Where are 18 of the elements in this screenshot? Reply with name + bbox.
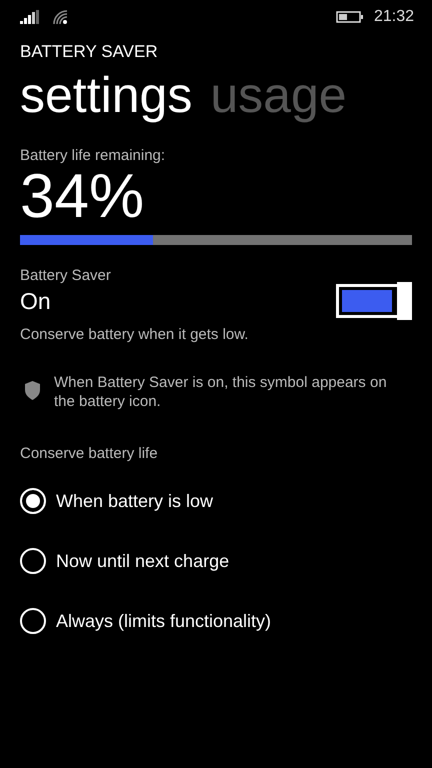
battery-percent: 34% [20,164,144,230]
battery-icon [336,11,364,23]
conserve-label: Conserve battery life [20,445,158,462]
app-title: BATTERY SAVER [20,42,158,62]
shield-icon [25,381,40,400]
info-text: When Battery Saver is on, this symbol appears on the battery icon. [54,373,388,412]
saver-state: On [20,288,51,315]
battery-label: Battery life remaining: [20,147,166,164]
pivot-tab[interactable]: settings [20,68,192,123]
radio-option[interactable]: Always (limits functionality) [20,606,272,636]
signal-icon [20,10,42,24]
radio-option[interactable]: When battery is low [20,486,214,516]
saver-toggle[interactable] [336,284,412,318]
clock-time: 21:32 [374,8,414,26]
radio-option[interactable]: Now until next charge [20,546,230,576]
wifi-icon [52,9,68,25]
saver-description: Conserve battery when it gets low. [20,326,248,344]
saver-label: Battery Saver [20,267,111,284]
